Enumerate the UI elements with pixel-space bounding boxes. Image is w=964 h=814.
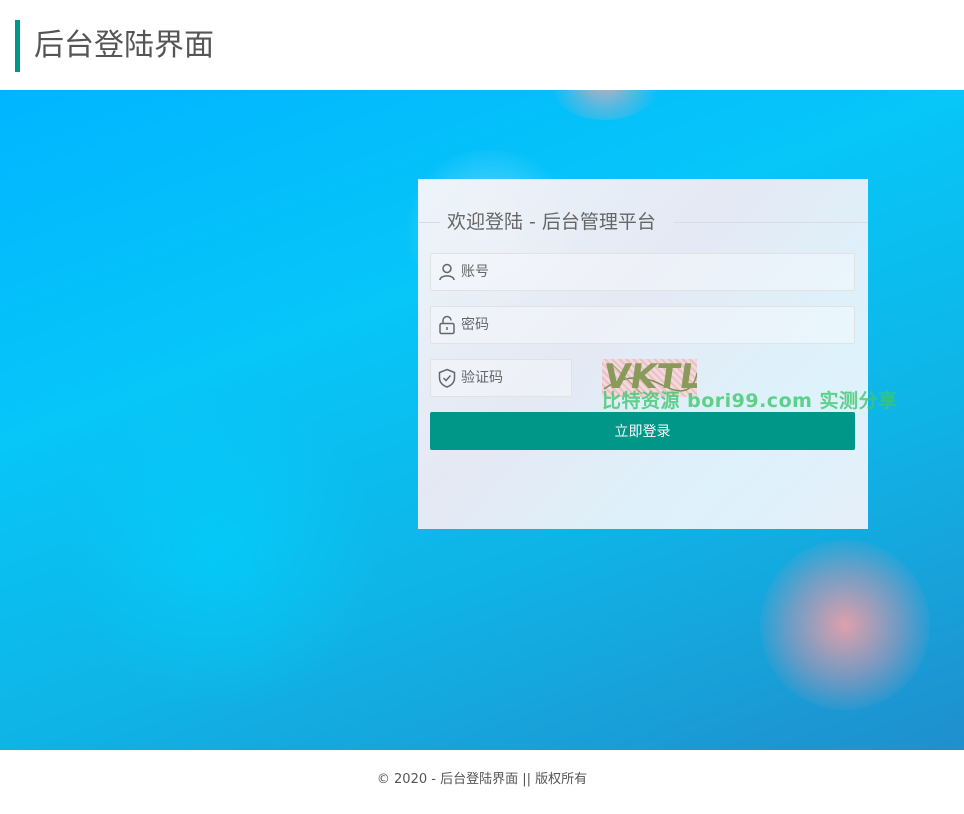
login-page: 后台登陆界面 欢迎登陆 - 后台管理平台 账号 验证码 VKTL 立即登录 比特… <box>0 0 964 814</box>
password-input[interactable] <box>461 307 850 343</box>
captcha-input[interactable] <box>461 360 567 396</box>
shield-check-icon <box>437 368 457 388</box>
header-accent-bar <box>15 20 20 72</box>
account-field <box>430 253 855 291</box>
login-heading: 欢迎登陆 - 后台管理平台 <box>447 211 656 233</box>
copyright-text: © 2020 - 后台登陆界面 || 版权所有 <box>376 772 588 787</box>
captcha-field <box>430 359 572 397</box>
background-bokeh <box>545 90 665 120</box>
account-input[interactable] <box>461 254 850 290</box>
password-field <box>430 306 855 344</box>
page-title: 后台登陆界面 <box>34 28 214 63</box>
page-footer: © 2020 - 后台登陆界面 || 版权所有 <box>0 750 964 814</box>
watermark-text: 比特资源 bori99.com 实测分享 <box>602 390 898 412</box>
lock-icon <box>437 315 457 335</box>
page-header: 后台登陆界面 <box>0 0 964 90</box>
background-glow <box>60 390 380 710</box>
divider <box>674 222 868 223</box>
divider <box>418 222 440 223</box>
background-bokeh <box>760 540 930 710</box>
login-button[interactable]: 立即登录 <box>430 412 855 450</box>
login-card: 欢迎登陆 - 后台管理平台 账号 验证码 VKTL 立即登录 <box>418 179 868 529</box>
login-legend: 欢迎登陆 - 后台管理平台 <box>418 207 868 237</box>
user-icon <box>437 262 457 282</box>
